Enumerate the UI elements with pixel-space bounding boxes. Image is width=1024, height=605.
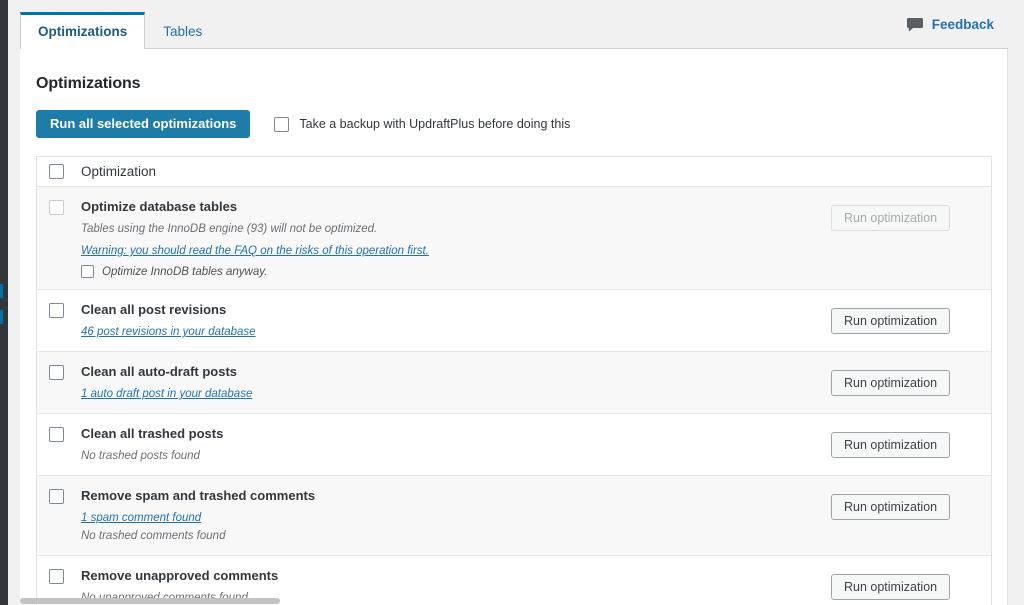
table-row: Clean all auto-draft posts 1 auto draft p… <box>37 352 991 414</box>
run-optimization-button: Run optimization <box>831 205 951 231</box>
row-action-cell: Run optimization <box>831 487 991 544</box>
table-row: Clean all post revisions 46 post revision… <box>37 290 991 352</box>
sub-checkbox-row[interactable]: Optimize InnoDB tables anyway. <box>81 265 819 278</box>
content-area: Optimizations Run all selected optimizat… <box>20 49 1008 605</box>
row-title: Clean all trashed posts <box>81 425 819 442</box>
backup-checkbox-row[interactable]: Take a backup with UpdraftPlus before do… <box>274 116 571 132</box>
row-checkbox-cell <box>49 301 64 340</box>
table-row: Optimize database tables Tables using the… <box>37 187 991 290</box>
row-checkbox-cell <box>49 487 64 544</box>
feedback-link[interactable]: Feedback <box>906 17 994 32</box>
row-title-label: Remove unapproved comments <box>81 568 279 583</box>
row-title: Remove unapproved comments <box>81 567 819 584</box>
row-title: Clean all auto-draft posts <box>81 363 819 380</box>
run-optimization-button[interactable]: Run optimization <box>831 432 951 458</box>
row-note: Tables using the InnoDB engine (93) will… <box>81 223 378 235</box>
table-row: Remove spam and trashed comments 1 spam c… <box>37 476 991 556</box>
run-optimization-button[interactable]: Run optimization <box>831 308 951 334</box>
row-detail-link[interactable]: 1 auto draft post in your database <box>81 387 252 402</box>
tab-optimizations[interactable]: Optimizations <box>20 12 146 50</box>
optimizations-table: Optimization Optimize database tables Tab… <box>36 156 992 605</box>
row-body: Optimize database tables Tables using the… <box>81 198 831 278</box>
rail-gap <box>8 0 20 605</box>
select-all-checkbox[interactable] <box>49 164 64 179</box>
row-checkbox[interactable] <box>49 489 64 504</box>
right-gutter <box>1008 0 1024 605</box>
run-optimization-button[interactable]: Run optimization <box>831 370 951 396</box>
row-checkbox[interactable] <box>49 200 64 215</box>
row-title: Optimize database tables <box>81 198 819 215</box>
column-header-optimization: Optimization <box>81 164 157 179</box>
row-title-label: Clean all auto-draft posts <box>81 364 238 379</box>
run-optimization-button[interactable]: Run optimization <box>831 494 951 520</box>
horizontal-scrollbar[interactable] <box>0 597 1024 605</box>
row-title-label: Clean all trashed posts <box>81 426 224 441</box>
table-row: Clean all trashed posts No trashed posts … <box>37 414 991 476</box>
row-body: Remove spam and trashed comments 1 spam c… <box>81 487 831 544</box>
row-note: No trashed comments found <box>81 530 226 542</box>
row-action-cell: Run optimization <box>831 363 991 402</box>
admin-page: Optimizations Tables Feedback Optimizati… <box>20 0 1008 605</box>
row-checkbox-cell <box>49 425 64 464</box>
page-title: Optimizations <box>36 75 141 92</box>
sub-checkbox-label: Optimize InnoDB tables anyway. <box>102 265 268 278</box>
wp-admin-menu-rail[interactable] <box>0 0 8 605</box>
backup-checkbox[interactable] <box>274 116 290 132</box>
action-row: Run all selected optimizations Take a ba… <box>20 93 1007 138</box>
speech-bubble-icon <box>906 17 923 32</box>
horizontal-scrollbar-thumb[interactable] <box>20 598 280 604</box>
row-body: Clean all post revisions 46 post revision… <box>81 301 831 340</box>
backup-checkbox-label: Take a backup with UpdraftPlus before do… <box>299 117 571 131</box>
row-detail-link[interactable]: 46 post revisions in your database <box>81 325 256 340</box>
row-detail-link[interactable]: Warning: you should read the FAQ on the … <box>81 244 429 259</box>
row-checkbox-cell <box>49 198 64 278</box>
row-title: Remove spam and trashed comments <box>81 487 819 504</box>
row-title-label: Remove spam and trashed comments <box>81 488 316 503</box>
row-action-cell: Run optimization <box>831 198 991 278</box>
tab-list: Optimizations Tables <box>20 0 220 50</box>
row-detail-link[interactable]: 1 spam comment found <box>81 511 201 526</box>
row-body: Clean all auto-draft posts 1 auto draft p… <box>81 363 831 402</box>
row-action-cell: Run optimization <box>831 425 991 464</box>
row-checkbox[interactable] <box>49 303 64 318</box>
row-checkbox-cell <box>49 363 64 402</box>
row-checkbox[interactable] <box>49 569 64 584</box>
rail-accent-marker <box>0 310 3 324</box>
row-note: No trashed posts found <box>81 450 200 462</box>
sub-checkbox[interactable] <box>81 265 94 278</box>
feedback-label: Feedback <box>931 17 994 32</box>
table-header-row: Optimization <box>37 157 991 187</box>
row-title-label: Optimize database tables <box>81 199 238 214</box>
rail-accent-marker <box>0 284 3 298</box>
tab-tables[interactable]: Tables <box>145 13 220 49</box>
row-action-cell: Run optimization <box>831 301 991 340</box>
row-title: Clean all post revisions <box>81 301 819 318</box>
tab-bar: Optimizations Tables Feedback <box>20 0 1008 50</box>
row-body: Clean all trashed posts No trashed posts … <box>81 425 831 464</box>
row-title-label: Clean all post revisions <box>81 302 227 317</box>
run-all-selected-optimizations-button[interactable]: Run all selected optimizations <box>36 110 251 138</box>
row-checkbox[interactable] <box>49 427 64 442</box>
table-body: Optimize database tables Tables using the… <box>37 187 991 605</box>
row-checkbox[interactable] <box>49 365 64 380</box>
